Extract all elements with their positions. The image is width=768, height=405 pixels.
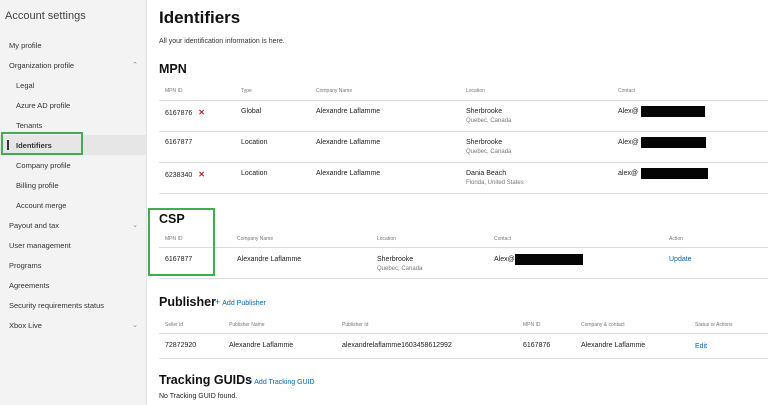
sidebar-item-my-profile[interactable]: My profile xyxy=(0,35,147,55)
mpn-region: Quebec, Canada xyxy=(466,149,512,155)
redaction-bar xyxy=(515,254,583,265)
mpn-id: 6238340 ✕ xyxy=(165,170,205,179)
redaction-bar xyxy=(641,106,705,117)
sidebar-item-organization-profile[interactable]: Organization profile ⌃ xyxy=(0,55,147,75)
divider xyxy=(159,162,768,163)
divider xyxy=(159,333,768,334)
sidebar-item-user-management[interactable]: User management xyxy=(0,235,147,255)
mpn-header-id: MPN ID xyxy=(165,88,183,94)
highlight-box xyxy=(148,208,215,276)
mpn-city: Dania Beach xyxy=(466,170,507,177)
add-publisher-link[interactable]: + Add Publisher xyxy=(215,297,266,307)
sidebar-item-agreements[interactable]: Agreements xyxy=(0,275,147,295)
update-link[interactable]: Update xyxy=(669,256,692,263)
mpn-contact: alex@ xyxy=(618,170,638,177)
close-icon: ✕ xyxy=(198,170,205,179)
mpn-header-location: Location xyxy=(466,88,485,94)
csp-header-company: Company Name xyxy=(237,236,274,242)
sidebar-item-legal[interactable]: Legal xyxy=(0,75,147,95)
publisher-mpn-id: 6167876 xyxy=(523,342,551,349)
main-content: Identifiers All your identification info… xyxy=(148,0,768,405)
divider xyxy=(159,131,768,132)
sidebar-item-payout-and-tax[interactable]: Payout and tax ⌄ xyxy=(0,215,147,235)
publisher-header-id: Publisher Id xyxy=(342,322,369,328)
divider xyxy=(159,278,768,279)
tracking-section-title: Tracking GUIDs xyxy=(159,373,253,387)
publisher-id: alexandrelaflamme1603458612992 xyxy=(342,342,452,349)
mpn-type: Location xyxy=(241,170,268,177)
redaction-bar xyxy=(641,137,706,148)
publisher-seller-id: 72872920 xyxy=(165,342,197,349)
sidebar-item-xbox-live[interactable]: Xbox Live ⌄ xyxy=(0,315,147,335)
mpn-id: 6167877 xyxy=(165,139,193,146)
sidebar-item-azure-ad-profile[interactable]: Azure AD profile xyxy=(0,95,147,115)
page-title: Identifiers xyxy=(159,8,241,27)
csp-contact: Alex@ xyxy=(494,256,515,263)
divider xyxy=(159,247,768,248)
mpn-company: Alexandre Laflamme xyxy=(316,108,381,115)
publisher-header-contact: Company & contact xyxy=(581,322,625,328)
divider xyxy=(159,358,768,359)
edit-link[interactable]: Edit xyxy=(695,343,707,350)
mpn-header-contact: Contact xyxy=(618,88,636,94)
mpn-type: Location xyxy=(241,139,268,146)
chevron-down-icon: ⌄ xyxy=(132,322,138,329)
close-icon: ✕ xyxy=(198,108,205,117)
mpn-region: Quebec, Canada xyxy=(466,118,512,124)
csp-header-location: Location xyxy=(377,236,396,242)
csp-header-contact: Contact xyxy=(494,236,512,242)
plus-icon: + xyxy=(247,376,253,386)
csp-city: Sherbrooke xyxy=(377,256,414,263)
redaction-bar xyxy=(641,168,708,179)
add-tracking-guid-link[interactable]: + Add Tracking GUID xyxy=(247,376,315,386)
sidebar-item-account-merge[interactable]: Account merge xyxy=(0,195,147,215)
mpn-id: 6167876 ✕ xyxy=(165,108,205,117)
publisher-section-title: Publisher xyxy=(159,295,216,309)
tracking-empty-message: No Tracking GUID found. xyxy=(159,393,238,400)
mpn-contact: Alex@ xyxy=(618,139,639,146)
mpn-region: Florida, United States xyxy=(466,180,524,186)
mpn-company: Alexandre Laflamme xyxy=(316,139,381,146)
page-subtitle: All your identification information is h… xyxy=(159,38,285,45)
mpn-contact: Alex@ xyxy=(618,108,639,115)
sidebar-item-programs[interactable]: Programs xyxy=(0,255,147,275)
divider xyxy=(159,193,768,194)
sidebar-item-company-profile[interactable]: Company profile xyxy=(0,155,147,175)
publisher-contact: Alexandre Laflamme xyxy=(581,342,646,349)
mpn-type: Global xyxy=(241,108,262,115)
csp-company: Alexandre Laflamme xyxy=(237,256,302,263)
sidebar-title: Account settings xyxy=(5,10,86,22)
chevron-up-icon: ⌃ xyxy=(132,62,138,69)
csp-header-action: Action xyxy=(669,236,683,242)
sidebar-item-billing-profile[interactable]: Billing profile xyxy=(0,175,147,195)
publisher-header-name: Publisher Name xyxy=(229,322,265,328)
sidebar: Account settings My profile Organization… xyxy=(0,0,147,405)
sidebar-item-security-requirements-status[interactable]: Security requirements status xyxy=(0,295,147,315)
mpn-header-type: Type xyxy=(241,88,252,94)
highlight-box xyxy=(1,132,83,155)
mpn-company: Alexandre Laflamme xyxy=(316,170,381,177)
mpn-city: Sherbrooke xyxy=(466,108,503,115)
publisher-name: Alexandre Laflamme xyxy=(229,342,294,349)
divider xyxy=(159,100,768,101)
publisher-header-mpn-id: MPN ID xyxy=(523,322,541,328)
mpn-city: Sherbrooke xyxy=(466,139,503,146)
mpn-header-company: Company Name xyxy=(316,88,353,94)
publisher-header-status: Status or Actions xyxy=(695,322,733,328)
plus-icon: + xyxy=(215,297,221,307)
publisher-header-seller-id: Seller id xyxy=(165,322,184,328)
csp-region: Quebec, Canada xyxy=(377,266,423,272)
mpn-section-title: MPN xyxy=(159,62,187,76)
chevron-down-icon: ⌄ xyxy=(132,222,138,229)
